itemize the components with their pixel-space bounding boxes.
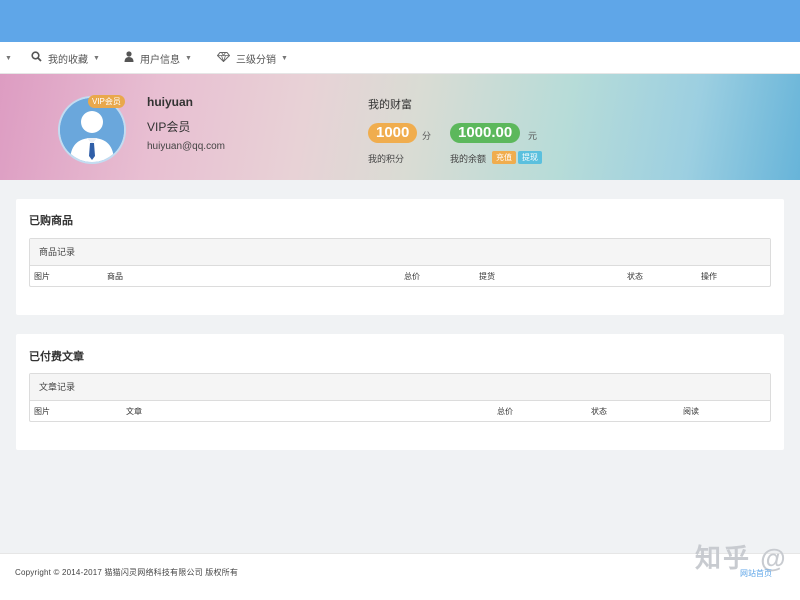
recharge-button[interactable]: 充值 [492, 151, 516, 164]
user-icon [124, 51, 134, 65]
nav-item-favorites-label: 我的收藏 [48, 54, 88, 66]
column-header: 状态 [627, 272, 643, 281]
points-value: 1000 [368, 123, 418, 143]
purchased-goods-card: 已购商品 商品记录 图片 商品 总价 提货 状态 操作 [16, 199, 784, 315]
balance-label: 我的余额 [450, 154, 487, 164]
nav-item-distribution[interactable]: 三级分销 ▼ [216, 42, 288, 74]
balance-unit: 元 [528, 131, 538, 141]
user-nav-bar: ▼ 我的收藏 ▼ 用户信息 ▼ 三级分销 ▼ [0, 42, 800, 74]
column-header: 提货 [479, 272, 495, 281]
article-record-title: 文章记录 [30, 374, 770, 401]
nav-item-favorites[interactable]: 我的收藏 ▼ [31, 42, 100, 74]
article-table-header: 图片 文章 总价 状态 阅读 [30, 401, 770, 421]
username: huiyuan [147, 95, 194, 109]
search-icon [31, 51, 42, 65]
column-header: 图片 [34, 407, 50, 416]
column-header: 操作 [701, 272, 717, 281]
user-email: huiyuan@qq.com [147, 141, 225, 152]
copyright-text: Copyright © 2014-2017 猫猫闪灵网络科技有限公司 版权所有 [15, 568, 239, 577]
column-header: 商品 [107, 272, 123, 281]
diamond-icon [216, 51, 231, 65]
nav-item-user-info[interactable]: 用户信息 ▼ [124, 42, 192, 74]
column-header: 总价 [497, 407, 513, 416]
points-unit: 分 [422, 131, 432, 141]
chevron-down-icon: ▼ [5, 54, 12, 62]
wealth-title: 我的财富 [368, 99, 412, 111]
purchased-goods-title: 已购商品 [29, 215, 73, 227]
column-header: 文章 [126, 407, 142, 416]
chevron-down-icon: ▼ [185, 54, 192, 62]
nav-dropdown-previous[interactable]: ▼ [0, 42, 12, 74]
paid-articles-title: 已付费文章 [29, 351, 84, 363]
nav-item-user-info-label: 用户信息 [140, 54, 180, 66]
article-record-panel: 文章记录 图片 文章 总价 状态 阅读 [29, 373, 771, 422]
points-label: 我的积分 [368, 154, 405, 164]
column-header: 阅读 [683, 407, 699, 416]
column-header: 图片 [34, 272, 50, 281]
column-header: 状态 [591, 407, 607, 416]
goods-record-panel: 商品记录 图片 商品 总价 提货 状态 操作 [29, 238, 771, 287]
column-header: 总价 [404, 272, 420, 281]
chevron-down-icon: ▼ [93, 54, 100, 62]
member-level: VIP会员 [147, 120, 191, 134]
top-header-bar [0, 0, 800, 42]
vip-badge: VIP会员 [88, 95, 125, 108]
balance-value: 1000.00 [450, 123, 521, 143]
home-link[interactable]: 网站首页 [740, 568, 772, 579]
chevron-down-icon: ▼ [281, 54, 288, 62]
goods-record-title: 商品记录 [30, 239, 770, 266]
goods-table-header: 图片 商品 总价 提货 状态 操作 [30, 266, 770, 286]
paid-articles-card: 已付费文章 文章记录 图片 文章 总价 状态 阅读 [16, 334, 784, 450]
nav-item-distribution-label: 三级分销 [236, 54, 276, 66]
withdraw-button[interactable]: 提现 [518, 151, 542, 164]
